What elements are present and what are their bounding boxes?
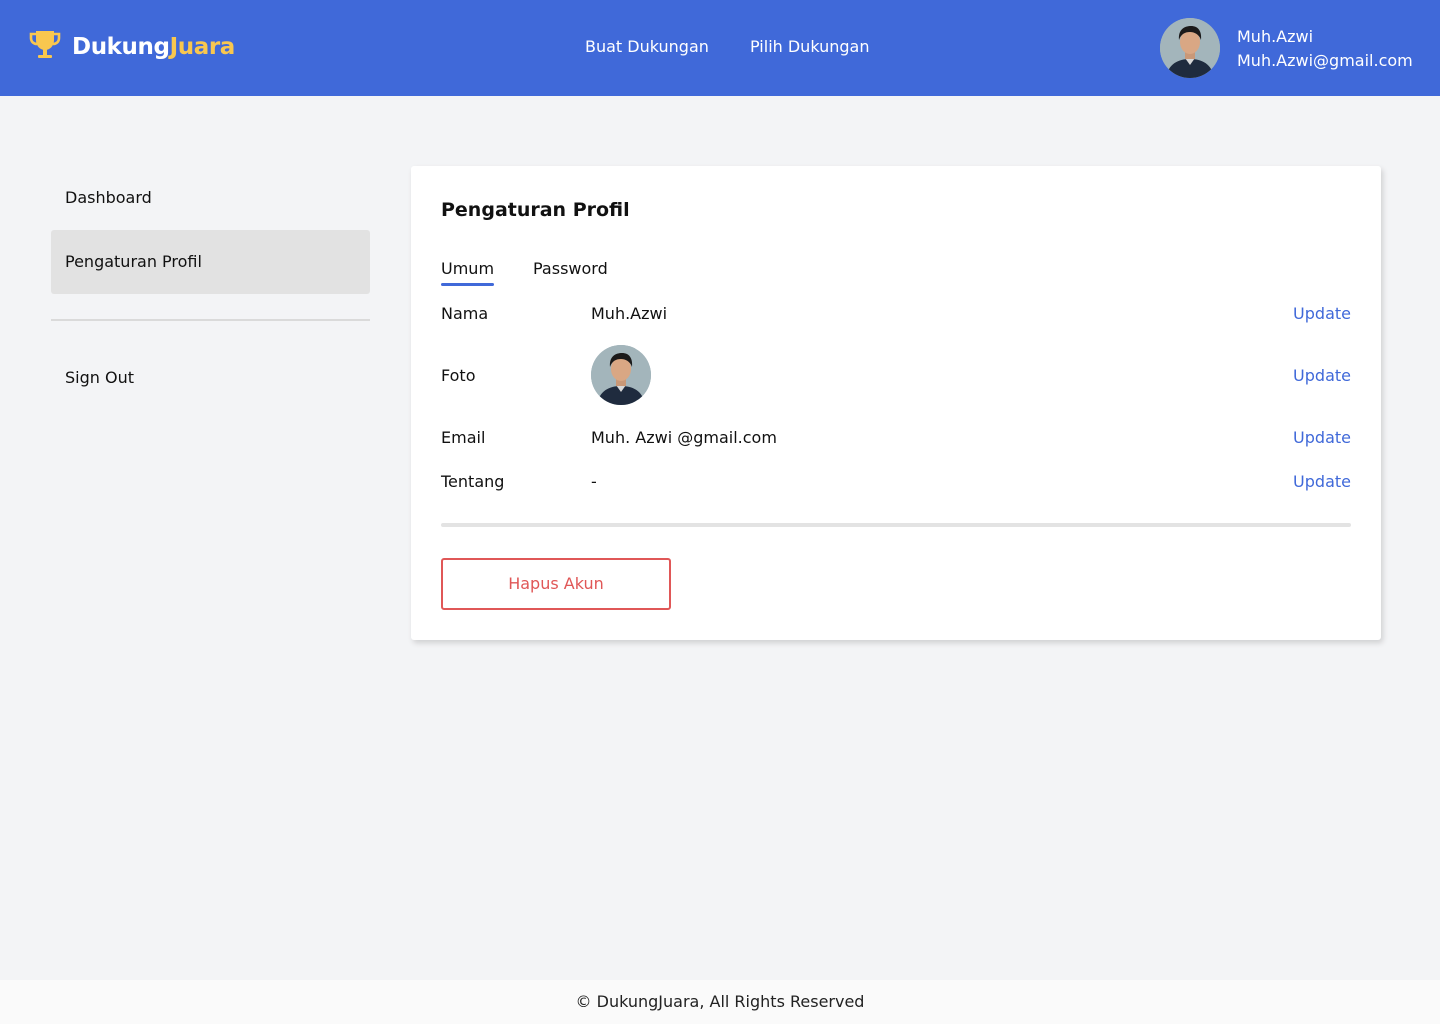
update-email-link[interactable]: Update [1293,428,1351,447]
update-nama-link[interactable]: Update [1293,304,1351,323]
trophy-icon [28,28,62,66]
tab-umum[interactable]: Umum [441,259,495,286]
tentang-label: Tentang [441,472,505,491]
user-avatar[interactable] [1160,18,1220,78]
top-navbar: DukungJuara Buat Dukungan Pilih Dukungan… [0,0,1440,96]
foto-label: Foto [441,366,476,385]
user-name: Muh.Azwi [1237,27,1314,46]
nav-buat-dukungan[interactable]: Buat Dukungan [585,37,709,56]
footer: © DukungJuara, All Rights Reserved [0,980,1440,1024]
brand-logo[interactable]: DukungJuara [28,29,235,65]
profile-photo [591,345,651,405]
tab-password[interactable]: Password [533,259,608,278]
nama-value: Muh.Azwi [591,304,668,323]
copyright-text: © DukungJuara, All Rights Reserved [575,992,865,1011]
brand-name-part2: Juara [169,34,236,60]
brand-name-part1: Dukung [72,34,170,60]
email-label: Email [441,428,486,447]
nama-label: Nama [441,304,489,323]
active-tab-indicator [441,283,495,286]
update-foto-link[interactable]: Update [1293,366,1351,385]
update-tentang-link[interactable]: Update [1293,472,1351,491]
user-info: Muh.Azwi Muh.Azwi@gmail.com [1237,25,1413,73]
nav-pilih-dukungan[interactable]: Pilih Dukungan [750,37,869,56]
tentang-value: - [591,472,597,491]
sidebar-divider [51,319,370,321]
sidebar-item-pengaturan-profil[interactable]: Pengaturan Profil [51,230,370,294]
sidebar-item-dashboard[interactable]: Dashboard [51,166,370,230]
profile-settings-card: Pengaturan Profil Umum Password Nama Muh… [411,166,1381,640]
card-divider [441,523,1351,527]
sidebar-item-sign-out[interactable]: Sign Out [51,346,370,410]
brand-name: DukungJuara [72,34,235,60]
email-value: Muh. Azwi @gmail.com [591,428,777,447]
page-title: Pengaturan Profil [441,199,630,221]
user-email: Muh.Azwi@gmail.com [1237,51,1413,70]
tab-umum-label: Umum [441,259,495,278]
hapus-akun-button[interactable]: Hapus Akun [441,558,671,610]
